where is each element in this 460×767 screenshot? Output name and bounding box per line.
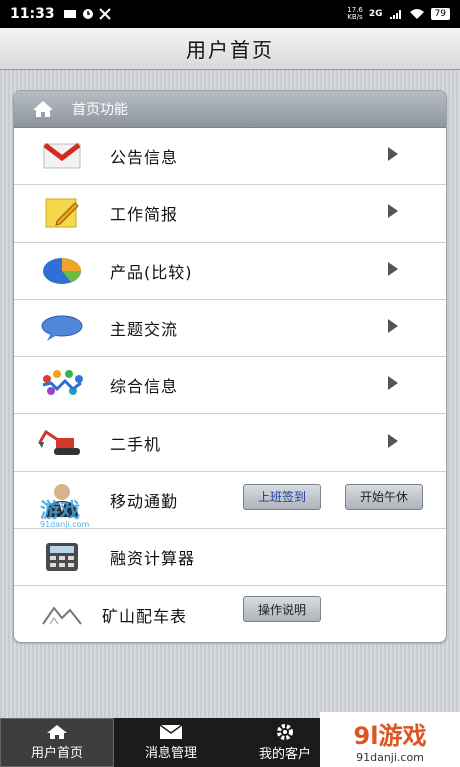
tools-icon — [98, 8, 111, 20]
watermark-small: 游戏 91danji.com — [40, 494, 89, 529]
watermark-large: 9l游戏 91danji.com — [320, 712, 460, 767]
panel-header: 首页功能 — [14, 91, 446, 128]
list-item-announcement[interactable]: 公告信息 — [14, 128, 446, 186]
battery-level: 79 — [430, 8, 450, 20]
chevron-right-icon — [386, 318, 400, 338]
item-label: 融资计算器 — [110, 549, 196, 569]
network-type: 2G — [368, 9, 383, 19]
mail-icon — [14, 142, 110, 170]
check-in-button[interactable]: 上班签到 — [243, 483, 322, 510]
manual-button[interactable]: 操作说明 — [243, 596, 322, 623]
tab-label: 我的客户 — [258, 747, 311, 762]
item-label: 产品(比较) — [110, 262, 193, 282]
chat-bubble-icon — [14, 314, 110, 342]
list-item-used-machines[interactable]: 二手机 — [14, 414, 446, 472]
item-label: 移动通勤 — [110, 491, 179, 511]
function-panel: 首页功能 公告信息 工作简报 产品(比较) 主题交流 综合信息 二手机 移动通勤… — [13, 90, 447, 643]
signal-icon — [389, 10, 401, 19]
watermark-small-url: 91danji.com — [40, 520, 90, 529]
gear-icon — [277, 724, 293, 740]
tab-label: 用户首页 — [30, 746, 83, 761]
calculator-icon — [14, 542, 110, 572]
home-icon — [14, 100, 72, 118]
envelope-icon — [159, 724, 183, 739]
item-label: 工作简报 — [110, 205, 179, 225]
status-bar: 11:33 17.6 KB/s 2G 79 — [0, 0, 460, 28]
mountain-icon — [14, 604, 110, 626]
clock-icon — [82, 9, 93, 19]
chevron-right-icon — [386, 261, 400, 281]
item-label: 主题交流 — [110, 320, 179, 340]
notification-icon — [63, 10, 76, 18]
watermark-small-text: 游戏 — [40, 498, 80, 522]
list-item-work-report[interactable]: 工作简报 — [14, 185, 446, 243]
network-speed: 17.6 KB/s — [347, 6, 363, 21]
chevron-right-icon — [386, 375, 400, 395]
home-icon — [47, 725, 67, 739]
list-item-mine-vehicle-table[interactable]: 矿山配车表 操作说明 — [14, 586, 446, 642]
list-item-topic-exchange[interactable]: 主题交流 — [14, 300, 446, 358]
wifi-icon — [409, 9, 424, 19]
list-item-product-compare[interactable]: 产品(比较) — [14, 243, 446, 300]
tab-user-home[interactable]: 用户首页 — [0, 718, 114, 767]
watermark-large-url: 91danji.com — [356, 750, 424, 764]
start-lunch-button[interactable]: 开始午休 — [345, 483, 424, 510]
tab-label: 消息管理 — [144, 746, 197, 761]
chevron-right-icon — [386, 433, 400, 453]
watermark-large-text: 9l游戏 — [353, 721, 427, 750]
panel-header-label: 首页功能 — [72, 102, 128, 118]
list-item-general-info[interactable]: 综合信息 — [14, 357, 446, 415]
notepad-icon — [14, 197, 110, 229]
people-icon — [14, 369, 110, 401]
item-label: 二手机 — [110, 434, 162, 454]
chevron-right-icon — [386, 203, 400, 223]
item-label: 矿山配车表 — [102, 607, 188, 627]
chevron-right-icon — [386, 146, 400, 166]
item-label: 综合信息 — [110, 377, 179, 397]
item-label: 公告信息 — [110, 148, 179, 168]
tab-message-management[interactable]: 消息管理 — [114, 718, 228, 767]
status-time: 11:33 — [10, 6, 55, 22]
list-item-finance-calculator[interactable]: 融资计算器 — [14, 529, 446, 587]
page-title: 用户首页 — [0, 28, 460, 70]
pie-chart-icon — [14, 256, 110, 286]
excavator-icon — [14, 428, 110, 458]
